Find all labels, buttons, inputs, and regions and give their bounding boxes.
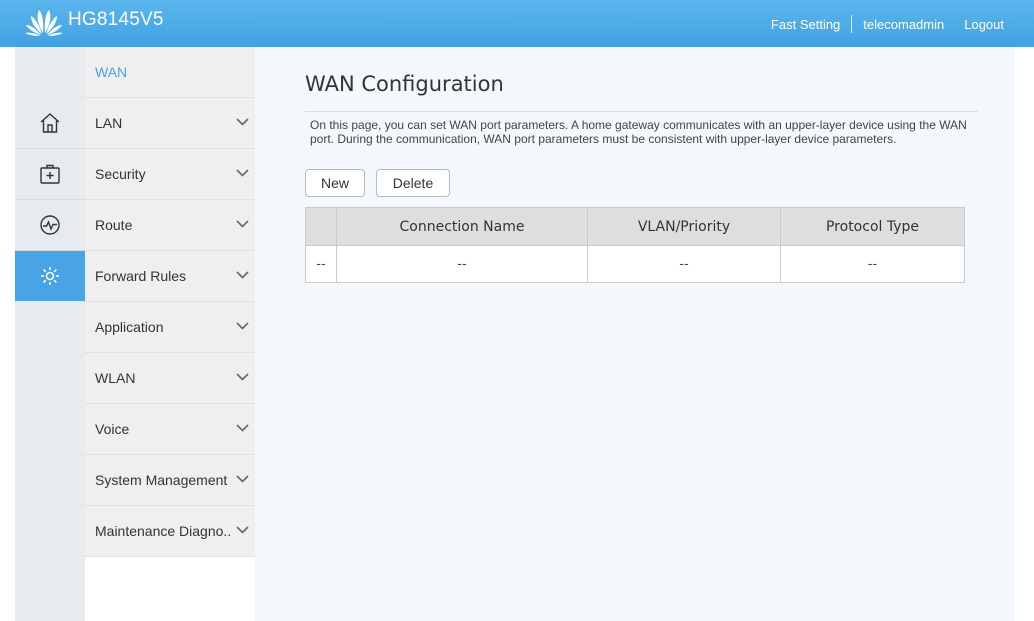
chevron-down-icon <box>236 169 249 177</box>
sidebar-item-maintenance[interactable]: Maintenance Diagno.. <box>85 506 255 557</box>
chevron-down-icon <box>236 475 249 483</box>
delete-button[interactable]: Delete <box>376 169 450 197</box>
page-description: On this page, you can set WAN port param… <box>305 111 978 146</box>
logout-link[interactable]: Logout <box>964 17 1004 32</box>
page-title: WAN Configuration <box>305 72 504 96</box>
column-header-vlan-priority: VLAN/Priority <box>587 207 781 246</box>
chevron-down-icon <box>236 526 249 534</box>
table-row[interactable]: -- -- -- -- <box>305 245 965 283</box>
sidebar-item-label: Route <box>95 217 133 233</box>
sidebar-item-security[interactable]: Security <box>85 149 255 200</box>
nav-status[interactable] <box>15 200 85 251</box>
new-button[interactable]: New <box>305 169 365 197</box>
sidebar-item-label: Forward Rules <box>95 268 187 284</box>
column-header-protocol-type: Protocol Type <box>780 207 965 246</box>
header-divider <box>851 15 853 33</box>
sidebar-item-label: Security <box>95 166 146 182</box>
username-link[interactable]: telecomadmin <box>863 17 944 32</box>
sidebar-item-wlan[interactable]: WLAN <box>85 353 255 404</box>
sidebar-item-label: WLAN <box>95 370 136 386</box>
sidebar-item-label: Application <box>95 319 164 335</box>
icon-nav <box>15 47 100 621</box>
huawei-logo-icon <box>25 10 63 36</box>
sidebar-item-label: Maintenance Diagno.. <box>95 523 232 539</box>
table-cell: -- <box>587 245 781 283</box>
sidebar-item-system-management[interactable]: System Management <box>85 455 255 506</box>
table-cell: -- <box>780 245 965 283</box>
chevron-down-icon <box>236 424 249 432</box>
chevron-down-icon <box>236 373 249 381</box>
gear-icon <box>41 267 59 285</box>
table-cell: -- <box>336 245 588 283</box>
home-icon <box>40 113 60 133</box>
nav-diagnose[interactable] <box>15 149 85 200</box>
sidebar-item-label: System Management <box>95 472 228 488</box>
nav-advanced[interactable] <box>15 251 85 301</box>
sidebar-menu: WAN LAN Security Route Forward Rules App… <box>85 47 255 621</box>
nav-home[interactable] <box>15 98 85 149</box>
column-header-connection-name: Connection Name <box>336 207 588 246</box>
column-header-select <box>305 207 337 246</box>
sidebar-item-wan[interactable]: WAN <box>85 47 255 98</box>
main-content: WAN Configuration On this page, you can … <box>255 47 1015 621</box>
table-header-row: Connection Name VLAN/Priority Protocol T… <box>305 207 965 246</box>
sidebar-item-label: LAN <box>95 115 123 131</box>
chevron-down-icon <box>236 322 249 330</box>
sidebar-item-lan[interactable]: LAN <box>85 98 255 149</box>
table-cell: -- <box>305 245 337 283</box>
wan-table: Connection Name VLAN/Priority Protocol T… <box>305 207 965 283</box>
sidebar-item-label: WAN <box>95 64 128 80</box>
pulse-icon <box>40 215 60 235</box>
sidebar-item-route[interactable]: Route <box>85 200 255 251</box>
chevron-down-icon <box>236 118 249 126</box>
sidebar-item-voice[interactable]: Voice <box>85 404 255 455</box>
fast-setting-link[interactable]: Fast Setting <box>771 17 840 32</box>
medical-kit-icon <box>40 164 60 184</box>
sidebar-item-application[interactable]: Application <box>85 302 255 353</box>
sidebar-item-label: Voice <box>95 421 130 437</box>
chevron-down-icon <box>236 271 249 279</box>
product-name: HG8145V5 <box>68 9 164 30</box>
top-header: HG8145V5 Fast Setting telecomadmin Logou… <box>0 0 1034 47</box>
sidebar-item-forward-rules[interactable]: Forward Rules <box>85 251 255 302</box>
chevron-down-icon <box>236 220 249 228</box>
header-links: Fast Setting telecomadmin Logout <box>771 15 1004 33</box>
